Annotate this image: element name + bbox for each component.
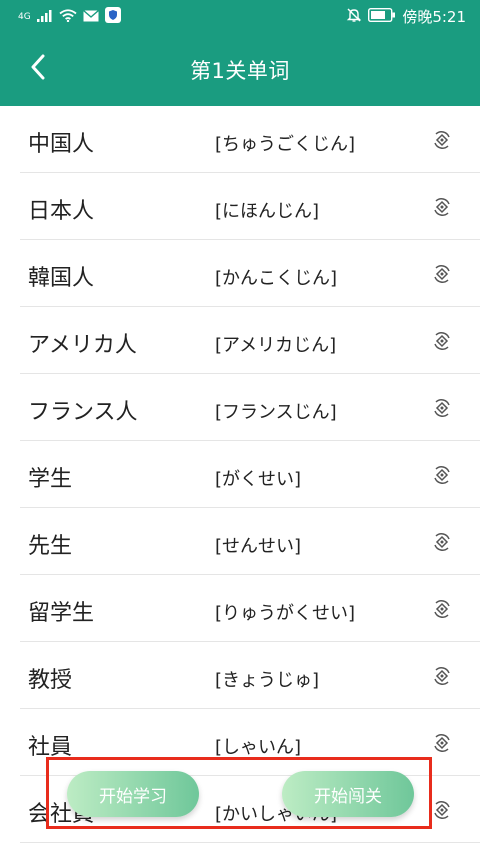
- battery-icon: [368, 7, 396, 26]
- word-reading: [フランスじん]: [215, 402, 337, 423]
- mute-bell-icon: [346, 7, 362, 27]
- mail-icon: [82, 8, 99, 26]
- word-text: アメリカ人: [28, 333, 137, 358]
- play-audio-icon[interactable]: [430, 731, 454, 755]
- word-row: アメリカ人 [アメリカじん]: [20, 307, 480, 374]
- start-challenge-button[interactable]: 开始闯关: [282, 771, 414, 817]
- play-audio-icon[interactable]: [430, 195, 454, 219]
- play-audio-icon[interactable]: [430, 128, 454, 152]
- play-audio-icon[interactable]: [430, 597, 454, 621]
- word-text: 教授: [28, 668, 73, 693]
- word-row: フランス人 [フランスじん]: [20, 374, 480, 441]
- word-list: 中国人 [ちゅうごくじん] 日本人 [にほんじん] 韓国人 [かんこくじん] ア…: [0, 106, 480, 843]
- status-right: 傍晚5:21: [346, 6, 466, 27]
- word-row: 日本人 [にほんじん]: [20, 173, 480, 240]
- page-title: 第1关单词: [190, 59, 290, 83]
- clock-text: 傍晚5:21: [402, 8, 466, 26]
- shield-icon: [104, 6, 121, 27]
- word-reading: [きょうじゅ]: [215, 670, 320, 691]
- word-text: 先生: [28, 534, 73, 559]
- word-reading: [りゅうがくせい]: [215, 603, 356, 624]
- play-audio-icon[interactable]: [430, 530, 454, 554]
- word-reading: [かんこくじん]: [215, 268, 338, 289]
- word-reading: [アメリカじん]: [215, 335, 337, 356]
- play-audio-icon[interactable]: [430, 396, 454, 420]
- word-text: フランス人: [28, 400, 138, 425]
- word-text: 中国人: [28, 132, 95, 157]
- play-audio-icon[interactable]: [430, 798, 454, 822]
- status-left: 4G: [18, 6, 121, 27]
- word-reading: [せんせい]: [215, 536, 302, 557]
- play-audio-icon[interactable]: [430, 329, 454, 353]
- word-text: 日本人: [28, 199, 95, 224]
- signal-icon: [36, 8, 53, 26]
- word-text: 留学生: [28, 601, 95, 626]
- word-row: 韓国人 [かんこくじん]: [20, 240, 480, 307]
- word-text: 社員: [28, 735, 73, 760]
- play-audio-icon[interactable]: [430, 463, 454, 487]
- play-audio-icon[interactable]: [430, 664, 454, 688]
- word-reading: [にほんじん]: [215, 201, 320, 222]
- word-text: 学生: [28, 467, 73, 492]
- status-bar: 4G 傍晚5:21: [0, 0, 480, 33]
- app-header: 第1关单词: [0, 33, 480, 106]
- word-reading: [ちゅうごくじん]: [215, 134, 356, 155]
- word-reading: [しゃいん]: [215, 737, 302, 758]
- word-row: 中国人 [ちゅうごくじん]: [20, 106, 480, 173]
- start-learning-button[interactable]: 开始学习: [67, 771, 199, 817]
- word-row: 社員 [しゃいん]: [20, 709, 480, 776]
- word-row: 教授 [きょうじゅ]: [20, 642, 480, 709]
- network-type: 4G: [18, 11, 31, 22]
- wifi-icon: [59, 8, 77, 26]
- word-reading: [がくせい]: [215, 469, 302, 490]
- word-row: 先生 [せんせい]: [20, 508, 480, 575]
- play-audio-icon[interactable]: [430, 262, 454, 286]
- word-text: 韓国人: [28, 266, 95, 291]
- word-row: 留学生 [りゅうがくせい]: [20, 575, 480, 642]
- word-row: 学生 [がくせい]: [20, 441, 480, 508]
